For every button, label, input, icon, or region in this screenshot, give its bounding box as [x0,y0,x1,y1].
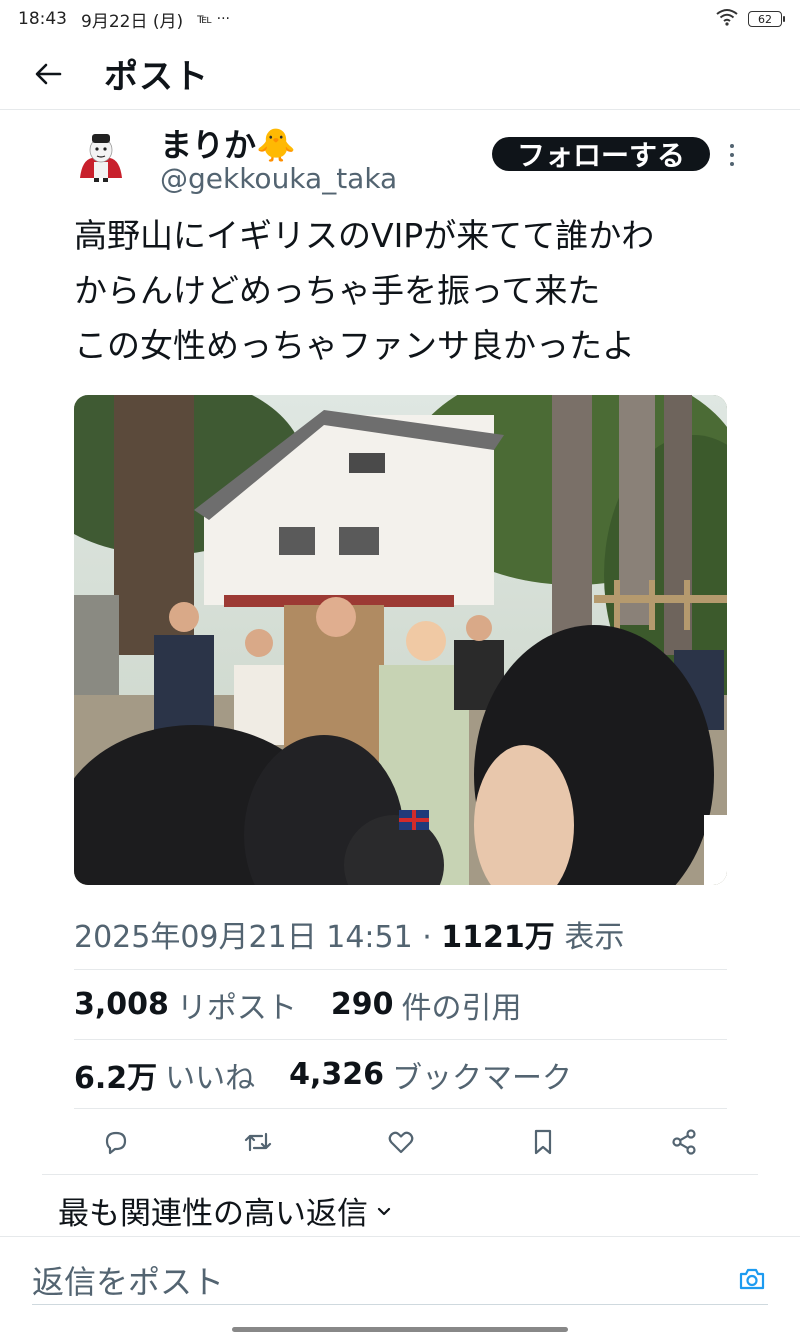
author-name[interactable]: まりか🐥 [160,120,296,166]
status-date: 9月22日 (月) [81,11,184,32]
post-actions [74,1108,727,1174]
like-count[interactable]: 6.2万 [74,1053,157,1097]
arrow-left-icon [35,63,62,84]
quote-count[interactable]: 290 [331,987,394,1022]
more-dot-icon [730,162,734,166]
avatar[interactable] [74,128,128,182]
author-handle[interactable]: @gekkouka_taka [160,162,397,195]
reply-sort-selector[interactable]: 最も関連性の高い返信 [58,1188,392,1233]
battery-level: 62 [758,12,772,26]
quote-label[interactable]: 件の引用 [402,983,522,1027]
heart-icon [388,1131,413,1153]
wifi-icon [716,8,738,31]
more-dot-icon [730,153,734,157]
reply-button[interactable] [100,1126,132,1158]
repost-count[interactable]: 3,008 [74,987,169,1022]
bookmark-icon [534,1129,551,1154]
post-text-line: からんけどめっちゃ手を振って来た [74,271,601,310]
view-label: 表示 [554,920,625,955]
reply-icon [105,1131,127,1154]
divider [42,1174,758,1175]
view-count[interactable]: 1121万 [441,920,555,955]
post-timestamp: 2025年09月21日 14:51 · 1121万 表示 [74,912,624,956]
back-button[interactable] [0,38,96,110]
bookmark-button[interactable] [527,1126,559,1158]
reply-sort-label: 最も関連性の高い返信 [58,1196,368,1232]
post-text-line: この女性めっちゃファンサ良かったよ [74,326,635,365]
post-text: 高野山にイギリスのVIPが来てて誰かわ からんけどめっちゃ手を振って来た この女… [74,208,754,373]
status-bar: 18:43 9月22日 (月) ℡ ··· 62 [0,0,800,38]
repost-button[interactable] [242,1126,274,1158]
share-icon [672,1128,696,1155]
post-photo[interactable] [74,395,727,885]
app-header: ポスト [0,38,800,110]
camera-button[interactable] [738,1265,766,1293]
battery-indicator: 62 [748,11,785,27]
post-author: まりか🐥 @gekkouka_taka フォローする [74,120,754,200]
more-options-button[interactable] [722,140,742,170]
camera-icon [739,1268,765,1290]
stats-row-reposts: 3,008 リポスト 290 件の引用 [74,969,727,1039]
status-notifications: ℡ ··· [197,11,230,27]
reply-bar [0,1236,800,1340]
chevron-down-icon [377,1207,391,1215]
repost-label[interactable]: リポスト [177,983,297,1027]
bookmark-count[interactable]: 4,326 [289,1057,384,1092]
reply-input[interactable] [32,1259,768,1305]
more-dot-icon [730,144,734,148]
timestamp-text: 2025年09月21日 14:51 · [74,920,442,955]
post-text-line: 高野山にイギリスのVIPが来てて誰かわ [74,216,655,255]
stats-row-likes: 6.2万 いいね 4,326 ブックマーク [74,1039,727,1109]
share-button[interactable] [669,1126,701,1158]
home-indicator[interactable] [232,1327,568,1332]
status-time: 18:43 [18,9,67,29]
follow-button[interactable]: フォローする [492,137,710,172]
like-label[interactable]: いいね [165,1053,255,1097]
like-button[interactable] [385,1126,417,1158]
repost-icon [245,1132,272,1151]
bookmark-label[interactable]: ブックマーク [392,1053,572,1097]
page-title: ポスト [104,57,209,97]
